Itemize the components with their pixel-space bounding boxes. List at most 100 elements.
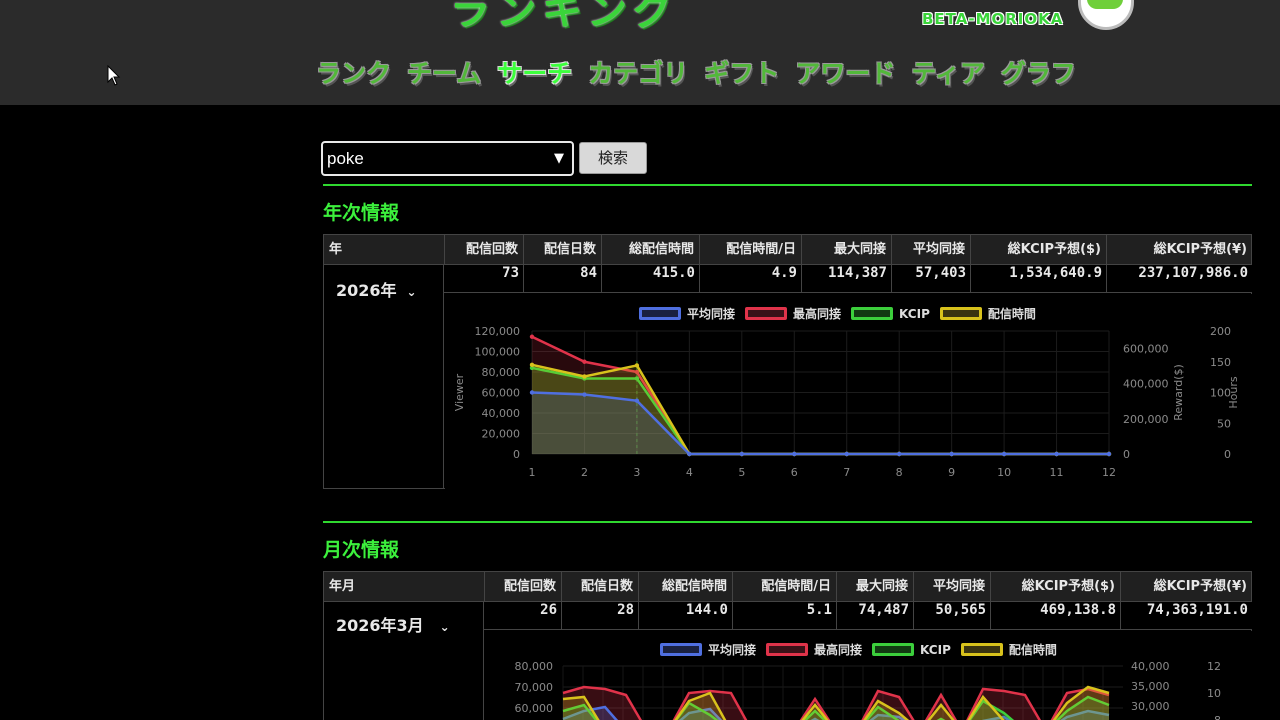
logo-subtitle: BETA-MORIOKA (922, 10, 1064, 28)
nav-team[interactable]: チーム (407, 54, 481, 88)
nav-gift[interactable]: ギフト (704, 54, 779, 88)
yearly-val-days: 84 (523, 265, 601, 292)
logo-bowl-icon (1078, 0, 1134, 30)
col-kcip-usd: 総KCIP予想($) (970, 235, 1106, 264)
x-tick-label: 3 (633, 466, 640, 479)
monthly-line-chart: 80,000 70,000 60,000 40,000 35,000 30,000 12 10… (515, 660, 1221, 720)
y2-tick-label: 35,000 (1131, 680, 1170, 693)
main-nav: ランク チーム サーチ カテゴリ ギフト アワード ティア グラフ (316, 54, 1092, 88)
x-tick-label: 1 (529, 466, 536, 479)
chevron-down-icon: ⌄ (439, 620, 450, 634)
y3-tick-label: 0 (1224, 448, 1231, 461)
col-stream-count: 配信回数 (484, 572, 561, 601)
data-point-配信時間 (582, 374, 587, 379)
x-tick-label: 11 (1050, 466, 1064, 479)
nav-tier[interactable]: ティア (911, 54, 985, 88)
series-area-平均同接 (532, 392, 1109, 454)
nav-category[interactable]: カテゴリ (588, 54, 688, 88)
y2-tick-label: 200,000 (1123, 413, 1169, 426)
col-kcip-jpy: 総KCIP予想(¥) (1106, 235, 1252, 264)
col-kcip-jpy: 総KCIP予想(¥) (1120, 572, 1252, 601)
col-hours-per-day: 配信時間/日 (699, 235, 801, 264)
y2-tick-label: 600,000 (1123, 343, 1169, 356)
data-point-平均同接 (1054, 451, 1059, 457)
month-select-value: 2026年3月 (336, 616, 424, 635)
search-combobox[interactable]: ▼ (321, 141, 574, 176)
col-max-viewers: 最大同接 (836, 572, 913, 601)
nav-search[interactable]: サーチ (497, 54, 572, 88)
x-tick-label: 12 (1102, 466, 1116, 479)
y-axis-title: Viewer (453, 373, 466, 411)
yearly-val-total-hours: 415.0 (601, 265, 699, 292)
data-point-平均同接 (739, 451, 745, 457)
col-avg-viewers: 平均同接 (913, 572, 990, 601)
yearly-val-max: 114,387 (801, 265, 891, 292)
site-logo[interactable]: ランキング BETA-MORIOKA (440, 0, 1140, 34)
yearly-header-year: 年 (329, 242, 343, 257)
monthly-table: 年月 配信回数 配信日数 総配信時間 配信時間/日 最大同接 平均同接 総KCI… (323, 571, 1252, 720)
nav-award[interactable]: アワード (795, 54, 895, 88)
monthly-val-kcip-jpy: 74,363,191.0 (1120, 602, 1252, 629)
nav-graph[interactable]: グラフ (1001, 54, 1076, 88)
logo-text: ランキング (450, 0, 679, 34)
y-tick-label: 70,000 (515, 681, 554, 694)
monthly-val-hours-day: 5.1 (732, 602, 836, 629)
dropdown-arrow-icon[interactable]: ▼ (554, 151, 564, 166)
nav-rank[interactable]: ランク (316, 54, 391, 88)
x-tick-label: 7 (843, 466, 850, 479)
data-point-平均同接 (1001, 451, 1007, 457)
monthly-val-kcip-usd: 469,138.8 (990, 602, 1120, 629)
x-tick-label: 9 (948, 466, 955, 479)
search-button[interactable]: 検索 (579, 142, 647, 174)
col-stream-days: 配信日数 (561, 572, 638, 601)
monthly-chart: 平均同接 最高同接 KCIP 配信時間 80,000 70,000 60,000 40… (485, 631, 1252, 720)
data-point-平均同接 (844, 451, 849, 457)
monthly-val-days: 28 (561, 602, 638, 629)
x-tick-label: 10 (997, 466, 1011, 479)
y-tick-label: 20,000 (482, 428, 521, 441)
monthly-val-avg: 50,565 (913, 602, 990, 629)
y2-tick-label: 0 (1123, 448, 1130, 461)
section-divider (323, 521, 1252, 523)
y-tick-label: 100,000 (475, 346, 521, 359)
monthly-val-count: 26 (540, 602, 557, 618)
data-point-平均同接 (1106, 451, 1112, 457)
y2-tick-label: 400,000 (1123, 378, 1169, 391)
y3-tick-label: 12 (1207, 660, 1221, 673)
yearly-left-col: 2026年 ⌄ (324, 265, 444, 489)
series-area-最高同接 (563, 687, 1109, 720)
yearly-header-row: 年 配信回数 配信日数 総配信時間 配信時間/日 最大同接 平均同接 総KCIP… (324, 235, 1251, 265)
data-point-最高同接 (529, 334, 535, 339)
data-point-最高同接 (582, 359, 587, 364)
data-point-平均同接 (634, 398, 640, 403)
col-avg-viewers: 平均同接 (891, 235, 970, 264)
x-tick-label: 6 (791, 466, 798, 479)
data-point-配信時間 (634, 363, 640, 368)
yearly-value-row: 73 84 415.0 4.9 114,387 57,403 1,534,640… (444, 265, 1252, 293)
yearly-line-chart: 0 20,000 40,000 60,000 80,000 100,000 120,000 0… (453, 325, 1240, 479)
y2-tick-label: 30,000 (1131, 700, 1170, 713)
search-input[interactable] (327, 148, 542, 170)
site-header: ランキング BETA-MORIOKA ランク チーム サーチ カテゴリ ギフト … (0, 0, 1280, 105)
col-hours-per-day: 配信時間/日 (732, 572, 836, 601)
data-point-配信時間 (529, 362, 535, 368)
y3-tick-label: 200 (1210, 325, 1231, 338)
data-point-平均同接 (896, 451, 902, 457)
month-select[interactable]: 2026年3月 ⌄ (336, 612, 450, 636)
yearly-table: 年 配信回数 配信日数 総配信時間 配信時間/日 最大同接 平均同接 総KCIP… (323, 234, 1252, 489)
yearly-title: 年次情報 (323, 202, 400, 224)
yearly-val-avg: 57,403 (891, 265, 970, 292)
data-point-平均同接 (687, 451, 692, 457)
x-tick-label: 4 (686, 466, 693, 479)
data-point-平均同接 (529, 390, 535, 395)
x-tick-label: 8 (896, 466, 903, 479)
col-stream-count: 配信回数 (444, 235, 523, 264)
col-total-hours: 総配信時間 (601, 235, 699, 264)
col-kcip-usd: 総KCIP予想($) (990, 572, 1120, 601)
x-tick-label: 2 (581, 466, 588, 479)
y-tick-label: 80,000 (482, 366, 521, 379)
year-select-value: 2026年 (336, 281, 397, 300)
year-select[interactable]: 2026年 ⌄ (336, 277, 417, 301)
y3-tick-label: 8 (1214, 714, 1221, 720)
y3-tick-label: 150 (1210, 356, 1231, 369)
